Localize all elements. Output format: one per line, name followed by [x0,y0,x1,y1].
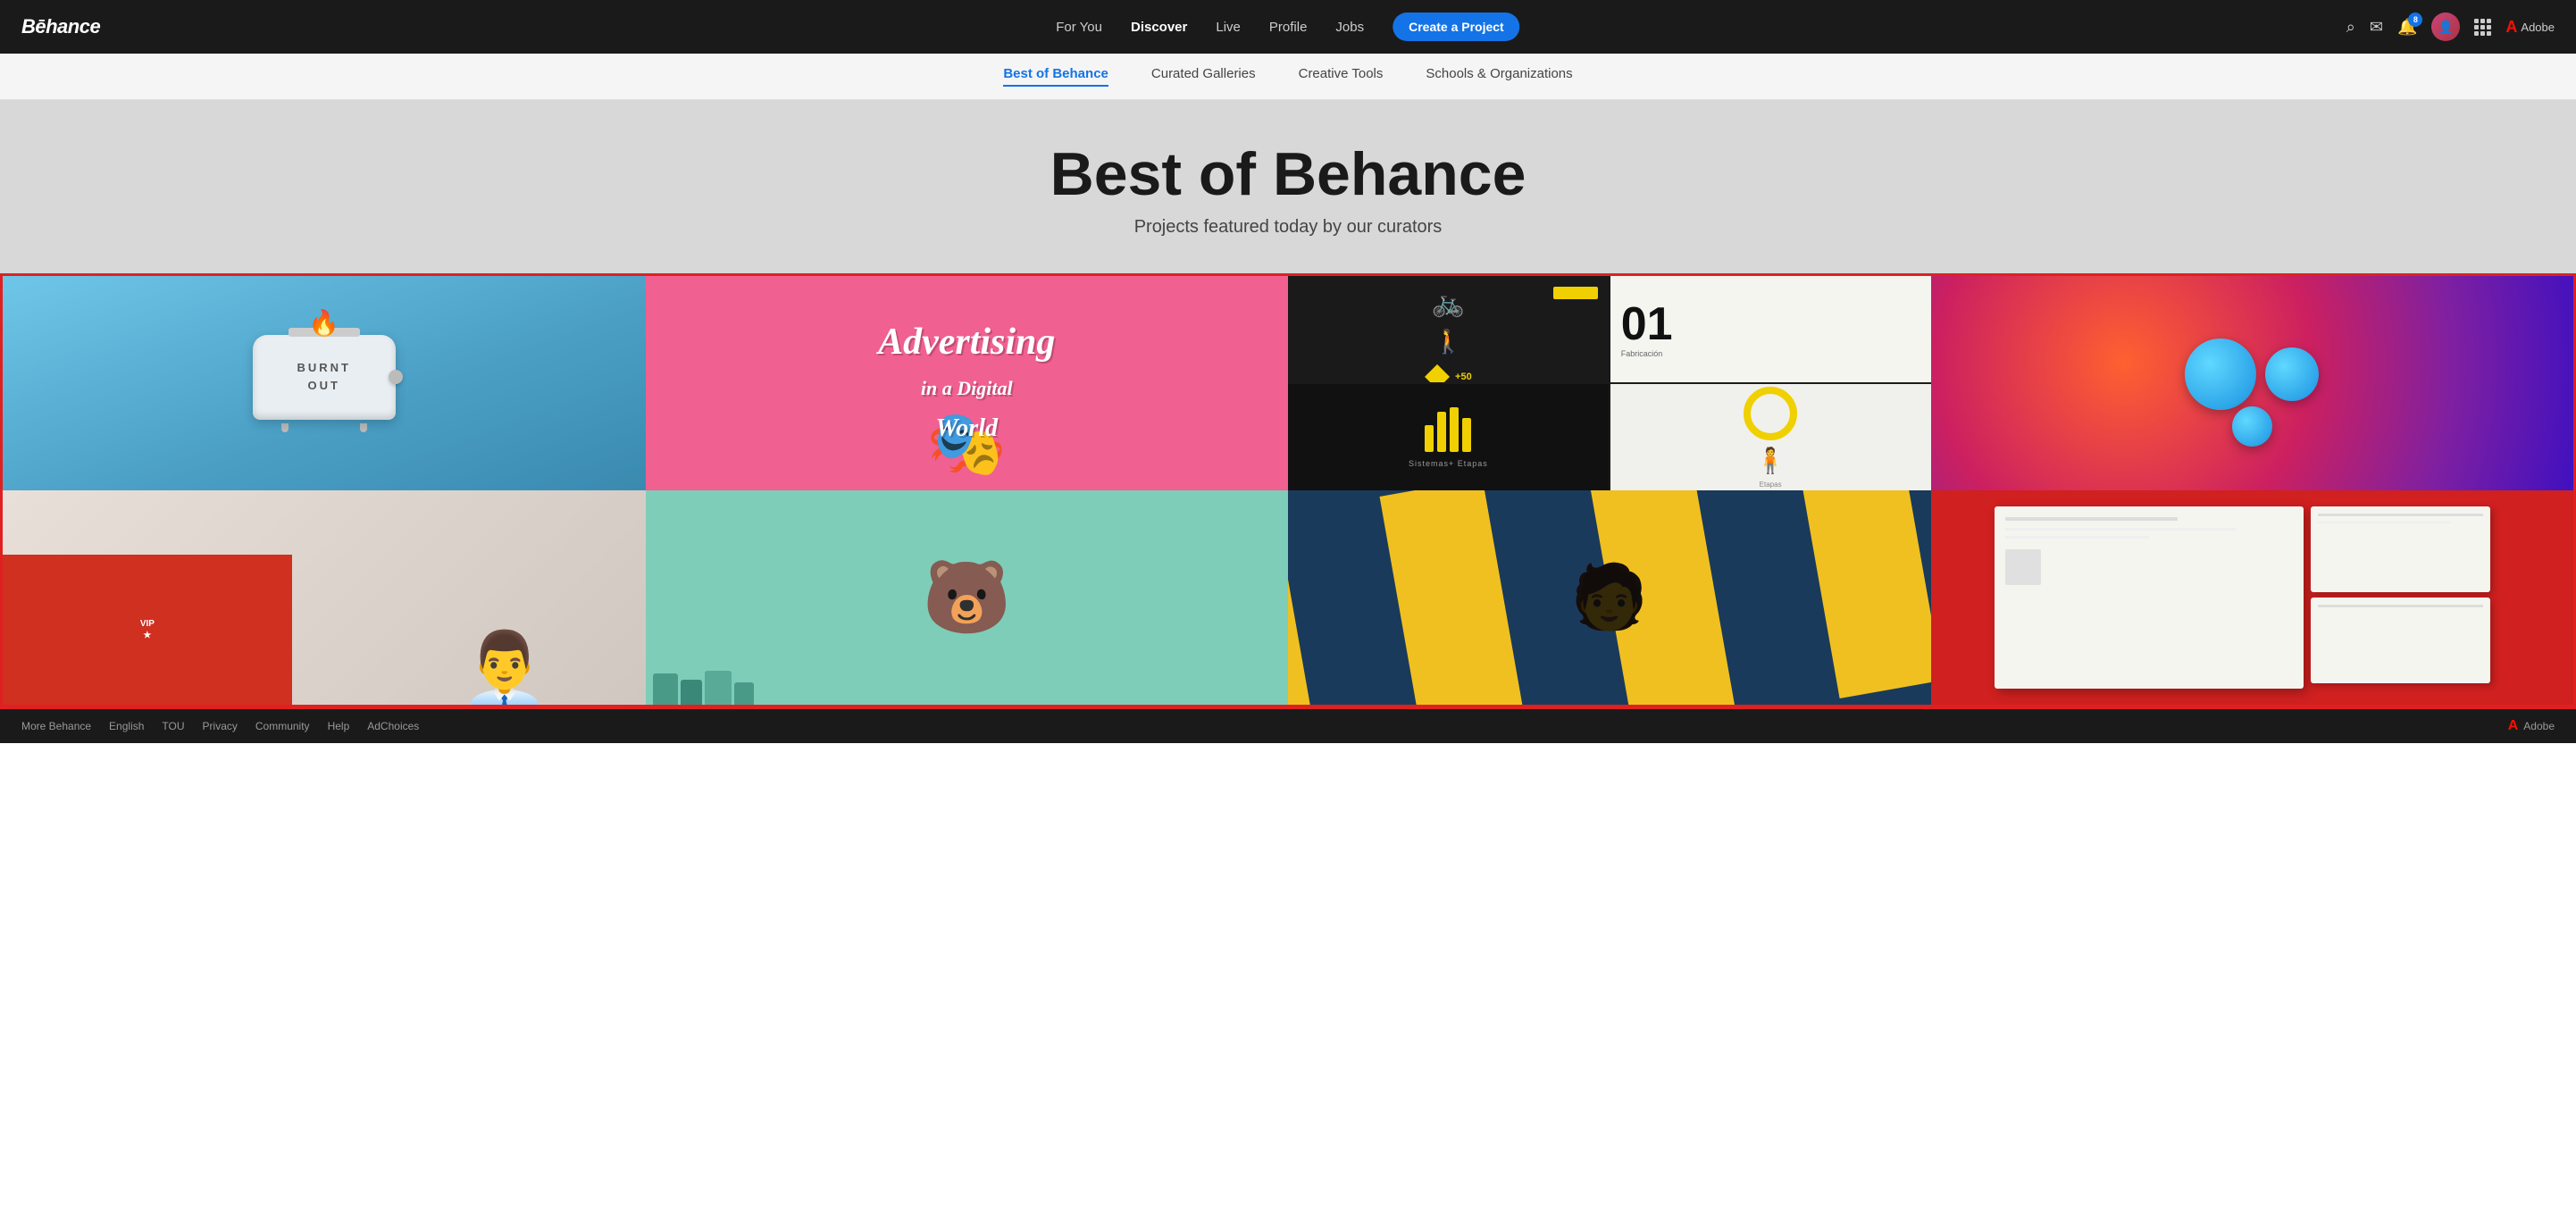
sec-nav-best-of-behance[interactable]: Best of Behance [1003,66,1108,87]
nav-jobs[interactable]: Jobs [1335,20,1364,35]
footer-left: More Behance English TOU Privacy Communi… [21,720,419,732]
footer-more-behance[interactable]: More Behance [21,720,91,732]
notification-badge: 8 [2408,13,2422,27]
gallery-grid: BURNTOUT 🔥 [3,276,2573,705]
gallery-item-design-system[interactable]: 🚲 🚶 +50 01 Fabricación [1288,276,1931,490]
footer-language[interactable]: English [109,720,144,732]
brand-logo[interactable]: Bēhance [21,15,100,38]
create-project-button[interactable]: Create a Project [1393,13,1520,41]
footer-adobe: A Adobe [2508,718,2555,734]
gallery-item-cartoon[interactable]: 🐻 [646,490,1289,705]
navbar-center: For You Discover Live Profile Jobs Creat… [1056,13,1519,41]
gallery-item-balls[interactable] [1931,276,2574,490]
secondary-nav: Best of Behance Curated Galleries Creati… [0,54,2576,100]
gallery-item-person-box[interactable]: VIP★ 👨‍💼 [3,490,646,705]
nav-for-you[interactable]: For You [1056,20,1102,35]
apps-grid-icon[interactable] [2474,19,2491,36]
navbar-right: ⌕ ✉ 🔔 8 👤 A Adobe [2346,13,2555,41]
sec-nav-schools-organizations[interactable]: Schools & Organizations [1426,66,1572,87]
search-icon[interactable]: ⌕ [2346,18,2355,37]
footer: More Behance English TOU Privacy Communi… [0,707,2576,743]
footer-adchoices[interactable]: AdChoices [367,720,419,732]
avatar[interactable]: 👤 [2431,13,2460,41]
nav-live[interactable]: Live [1216,20,1241,35]
navbar: Bēhance For You Discover Live Profile Jo… [0,0,2576,54]
footer-community[interactable]: Community [255,720,310,732]
nav-discover[interactable]: Discover [1131,20,1187,35]
footer-privacy[interactable]: Privacy [203,720,238,732]
nav-profile[interactable]: Profile [1269,20,1308,35]
hero-subtitle: Projects featured today by our curators [21,217,2555,238]
hero-title: Best of Behance [21,143,2555,206]
footer-help[interactable]: Help [328,720,350,732]
adobe-logo[interactable]: A Adobe [2505,18,2555,37]
messages-icon[interactable]: ✉ [2370,18,2383,37]
gallery-item-toaster[interactable]: BURNTOUT 🔥 [3,276,646,490]
hero-section: Best of Behance Projects featured today … [0,100,2576,273]
gallery-item-red-design[interactable] [1931,490,2574,705]
sec-nav-curated-galleries[interactable]: Curated Galleries [1151,66,1256,87]
footer-tou[interactable]: TOU [162,720,184,732]
gallery-item-stripes[interactable]: 🧑 [1288,490,1931,705]
gallery-section: BURNTOUT 🔥 [0,273,2576,707]
sec-nav-creative-tools[interactable]: Creative Tools [1299,66,1384,87]
notifications-wrapper[interactable]: 🔔 8 [2397,18,2417,37]
gallery-item-advertising[interactable]: Advertisingin a DigitalWorld 🎭 [646,276,1289,490]
